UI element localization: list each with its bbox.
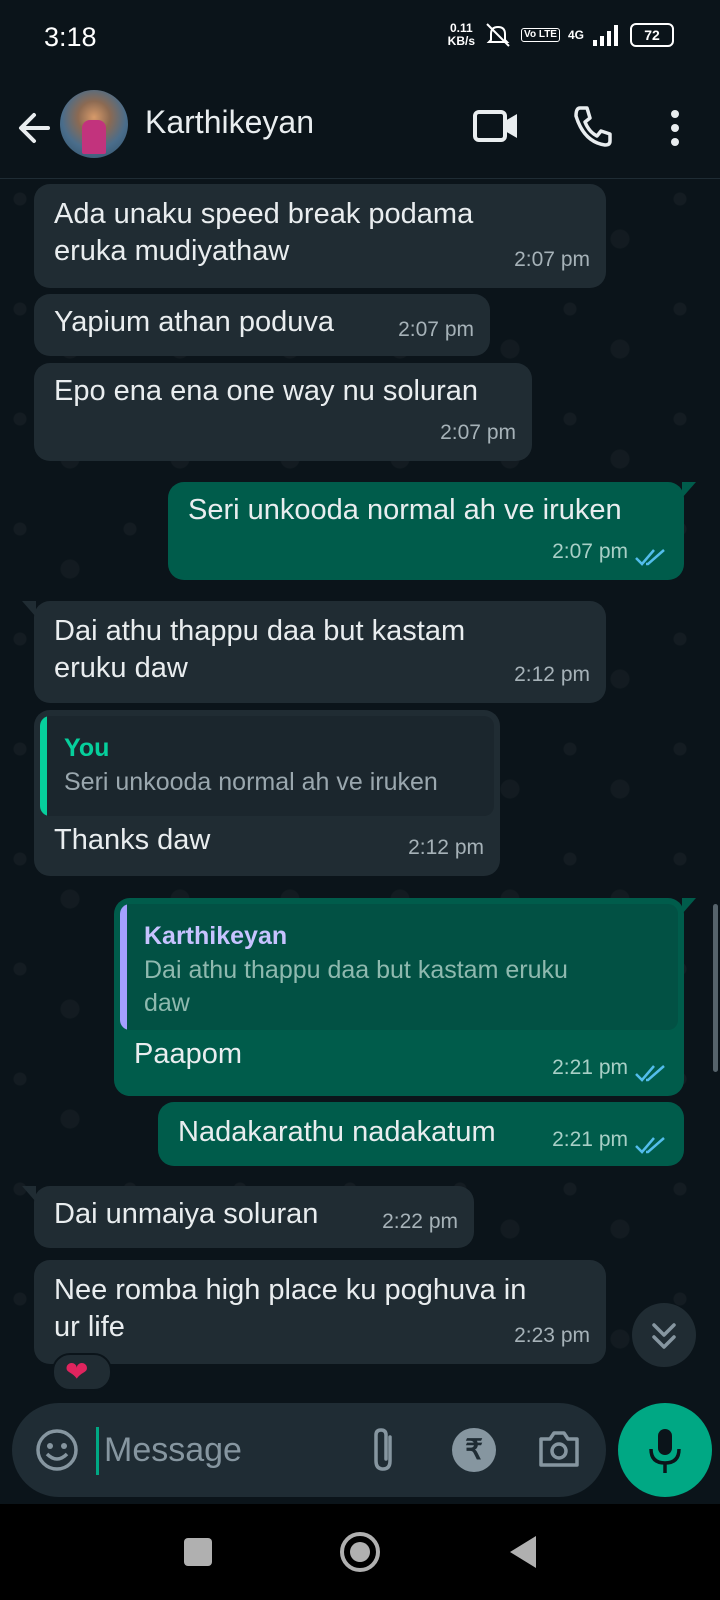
message-time: 2:23 pm — [514, 1324, 590, 1347]
home-icon[interactable] — [338, 1530, 382, 1574]
message-composer: ₹ — [12, 1403, 606, 1497]
read-receipt-icon — [635, 549, 665, 566]
microphone-icon — [649, 1429, 681, 1473]
attach-icon[interactable] — [364, 1425, 404, 1475]
more-vertical-icon[interactable] — [660, 104, 690, 152]
quote-author: Karthikeyan — [144, 922, 288, 950]
arrow-left-icon[interactable] — [14, 104, 54, 152]
message-time: 2:07 pm — [514, 248, 590, 271]
quote-text: Seri unkooda normal ah ve iruken — [64, 768, 438, 796]
message-text: Dai athu thappu daa but kastam — [54, 615, 466, 647]
message-text: Nee romba high place ku poghuva in — [54, 1274, 527, 1306]
message-time: 2:21 pm — [552, 1128, 628, 1151]
message-text: Yapium athan poduva — [54, 306, 335, 338]
system-nav-bar — [0, 1504, 720, 1600]
message-text: Seri unkooda normal ah ve iruken — [188, 494, 622, 526]
network-speed: 0.11 KB/s — [447, 21, 476, 48]
signal-icon — [593, 25, 618, 46]
message-outgoing[interactable]: Nadakarathu nadakatum 2:21 pm — [158, 1102, 684, 1166]
message-text: Nadakarathu nadakatum — [178, 1116, 496, 1148]
message-outgoing[interactable]: Seri unkooda normal ah ve iruken 2:07 pm — [168, 482, 696, 580]
message-incoming[interactable]: Ada unaku speed break podama eruka mudiy… — [34, 184, 606, 288]
emoji-icon[interactable] — [34, 1427, 80, 1473]
microphone-button[interactable] — [618, 1403, 712, 1497]
scrollbar[interactable] — [713, 904, 718, 1072]
message-text: Thanks daw — [54, 824, 211, 856]
heart-icon: ❤ — [65, 1356, 89, 1387]
message-incoming-reply[interactable]: You Seri unkooda normal ah ve iruken Tha… — [34, 710, 500, 876]
message-time: 2:07 pm — [398, 318, 474, 341]
status-time: 3:18 — [44, 22, 97, 52]
phone-icon[interactable] — [570, 102, 614, 150]
quoted-message[interactable]: You Seri unkooda normal ah ve iruken — [40, 716, 494, 816]
quote-text: daw — [144, 989, 190, 1017]
message-text: ur life — [54, 1311, 125, 1343]
back-nav-icon[interactable] — [506, 1532, 542, 1572]
message-time: 2:07 pm — [552, 540, 628, 563]
quote-text: Dai athu thappu daa but kastam eruku — [144, 956, 568, 984]
mute-icon — [486, 23, 510, 47]
message-outgoing-reply[interactable]: Karthikeyan Dai athu thappu daa but kast… — [114, 898, 696, 1096]
message-text: Epo ena ena one way nu soluran — [54, 375, 479, 407]
message-time: 2:07 pm — [440, 421, 516, 444]
recents-icon[interactable] — [182, 1536, 214, 1568]
status-bar: 3:18 0.11 KB/s Vo LTE 4G 72 — [0, 0, 720, 78]
volte-icon: Vo LTE — [521, 28, 560, 42]
avatar[interactable] — [60, 90, 128, 158]
battery-icon: 72 — [630, 23, 674, 47]
message-text: Ada unaku speed break podama — [54, 198, 474, 230]
message-time: 2:22 pm — [382, 1210, 458, 1233]
network-type: 4G — [567, 28, 584, 42]
chevron-double-down-icon — [652, 1323, 676, 1349]
reaction-badge[interactable]: ❤ — [52, 1353, 112, 1391]
read-receipt-icon — [635, 1137, 665, 1154]
message-incoming[interactable]: Yapium athan poduva 2:07 pm — [34, 294, 490, 356]
read-receipt-icon — [635, 1065, 665, 1082]
message-text: Paapom — [134, 1038, 243, 1070]
message-text: eruku daw — [54, 652, 188, 684]
message-input[interactable] — [98, 1419, 370, 1481]
video-camera-icon[interactable] — [472, 106, 520, 146]
contact-name[interactable]: Karthikeyan — [145, 104, 314, 141]
camera-icon[interactable] — [536, 1427, 582, 1471]
message-time: 2:21 pm — [552, 1056, 628, 1079]
quoted-message[interactable]: Karthikeyan Dai athu thappu daa but kast… — [120, 904, 678, 1030]
chat-header: Karthikeyan — [0, 78, 720, 179]
message-text: Dai unmaiya soluran — [54, 1198, 319, 1230]
status-icons: 0.11 KB/s Vo LTE 4G 72 — [448, 20, 674, 50]
quote-author: You — [64, 734, 110, 762]
message-incoming[interactable]: Nee romba high place ku poghuva in ur li… — [34, 1260, 606, 1364]
message-incoming[interactable]: Dai unmaiya soluran 2:22 pm — [22, 1186, 474, 1248]
message-text: eruka mudiyathaw — [54, 235, 290, 267]
message-incoming[interactable]: Epo ena ena one way nu soluran 2:07 pm — [34, 363, 532, 461]
message-incoming[interactable]: Dai athu thappu daa but kastam eruku daw… — [22, 601, 606, 703]
message-time: 2:12 pm — [408, 836, 484, 859]
scroll-to-bottom-button[interactable] — [632, 1303, 696, 1367]
message-time: 2:12 pm — [514, 663, 590, 686]
rupee-payment-icon[interactable]: ₹ — [452, 1428, 496, 1472]
